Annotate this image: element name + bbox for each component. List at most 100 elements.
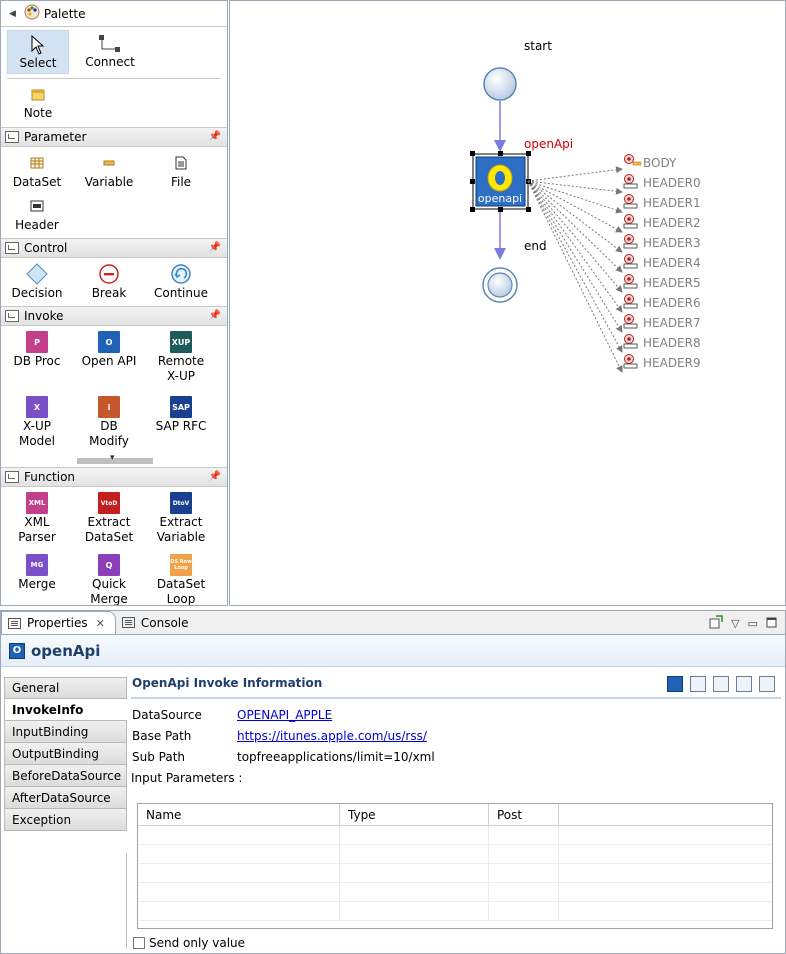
palette-item-header[interactable]: Header xyxy=(1,194,73,235)
palette-item-xml-parser[interactable]: XML XML Parser xyxy=(1,491,73,551)
tab-console[interactable]: Console xyxy=(116,611,199,634)
pin-icon[interactable]: 📌 xyxy=(209,310,221,321)
openapi-icon: O xyxy=(9,642,25,659)
output-port-icon[interactable] xyxy=(624,154,642,166)
side-tab-general[interactable]: General xyxy=(4,677,127,699)
pin-view-icon[interactable] xyxy=(709,615,723,632)
side-tab-invokeinfo[interactable]: InvokeInfo xyxy=(4,699,127,721)
basepath-link[interactable]: https://itunes.apple.com/us/rss/ xyxy=(237,729,427,743)
drawer-icon xyxy=(5,310,19,322)
table-row[interactable] xyxy=(138,883,772,902)
add-parameter-icon[interactable] xyxy=(713,676,729,692)
drawer-invoke-title: Invoke xyxy=(24,309,64,323)
palette-item-file[interactable]: File xyxy=(145,151,217,192)
pin-icon[interactable]: 📌 xyxy=(209,131,221,142)
start-node[interactable] xyxy=(483,67,517,101)
side-tab-afterdatasource[interactable]: AfterDataSource xyxy=(4,787,127,809)
flow-diagram: start openApi openapi end BODY HEADER0 HEA… xyxy=(470,39,701,373)
output-connector xyxy=(527,166,623,182)
properties-title-bar: O openApi xyxy=(1,635,785,667)
tab-properties[interactable]: Properties ✕ xyxy=(1,611,116,634)
flow-canvas[interactable]: start openApi openapi end BODY HEADER0 HEA… xyxy=(229,0,786,606)
pin-icon[interactable]: 📌 xyxy=(209,471,221,482)
palette-item-db-proc[interactable]: P DB Proc xyxy=(1,330,73,393)
palette-item-break[interactable]: Break xyxy=(73,262,145,303)
palette-item-continue[interactable]: Continue xyxy=(145,262,217,303)
output-port-icon[interactable] xyxy=(623,354,638,369)
drawer-control[interactable]: Control 📌 xyxy=(1,238,227,258)
output-port-icon[interactable] xyxy=(623,334,638,349)
side-tab-inputbinding[interactable]: InputBinding xyxy=(4,721,127,743)
output-port-icon[interactable] xyxy=(623,174,638,189)
close-icon[interactable]: ✕ xyxy=(96,617,105,630)
palette-item-decision[interactable]: Decision xyxy=(1,262,73,303)
datasource-link[interactable]: OPENAPI_APPLE xyxy=(237,708,332,722)
openapi-node[interactable]: openapi xyxy=(470,151,531,212)
db-proc-icon: P xyxy=(26,331,48,353)
output-port-icon[interactable] xyxy=(623,194,638,209)
output-label: HEADER2 xyxy=(643,216,701,230)
break-icon xyxy=(98,262,120,286)
table-row[interactable] xyxy=(138,826,772,845)
palette-item-db-modify[interactable]: i DB Modify xyxy=(73,395,145,458)
palette-item-extract-variable[interactable]: DtoV Extract Variable xyxy=(145,491,217,551)
table-row[interactable] xyxy=(138,864,772,883)
side-tab-beforedatasource[interactable]: BeforeDataSource xyxy=(4,765,127,787)
output-label: HEADER5 xyxy=(643,276,701,290)
output-port-icon[interactable] xyxy=(623,214,638,229)
minimize-icon[interactable]: ▭ xyxy=(748,617,758,630)
console-icon xyxy=(121,617,135,628)
palette-item-dataset-loop[interactable]: DS Row Loop DataSet Loop xyxy=(145,553,217,605)
drawer-parameter[interactable]: Parameter 📌 xyxy=(1,127,227,147)
refresh-parameters-icon[interactable] xyxy=(736,676,752,692)
column-header-post[interactable]: Post xyxy=(489,804,559,825)
send-only-value-row: Send only value xyxy=(133,936,245,950)
palette-item-merge[interactable]: MG Merge xyxy=(1,553,73,605)
palette-item-sap-rfc[interactable]: SAP SAP RFC xyxy=(145,395,217,458)
output-port-icon[interactable] xyxy=(623,234,638,249)
select-tool[interactable]: Select xyxy=(7,30,69,74)
maximize-icon[interactable] xyxy=(766,617,777,631)
properties-title: openApi xyxy=(31,641,101,660)
side-tab-exception[interactable]: Exception xyxy=(4,809,127,831)
test-run-icon[interactable] xyxy=(759,676,775,692)
table-row[interactable] xyxy=(138,902,772,921)
palette-item-xup-model[interactable]: X X-UP Model xyxy=(1,395,73,458)
section-toolbar xyxy=(667,676,775,692)
drawer-invoke[interactable]: Invoke 📌 xyxy=(1,306,227,326)
output-port-icon[interactable] xyxy=(623,274,638,289)
import-icon[interactable] xyxy=(690,676,706,692)
header-icon xyxy=(30,194,44,218)
output-port-icon[interactable] xyxy=(623,294,638,309)
table-row[interactable] xyxy=(138,845,772,864)
output-connector xyxy=(527,180,623,293)
palette-item-extract-dataset[interactable]: VtoD Extract DataSet xyxy=(73,491,145,551)
palette-item-quick-merge[interactable]: Q Quick Merge xyxy=(73,553,145,605)
side-tabs-filler xyxy=(4,853,127,948)
palette-item-label: DB Modify xyxy=(89,419,129,448)
collapse-arrow-icon[interactable]: ◀ xyxy=(9,9,16,19)
palette-item-variable[interactable]: Variable xyxy=(73,151,145,192)
drawer-function[interactable]: Function 📌 xyxy=(1,467,227,487)
palette-icon xyxy=(24,4,40,23)
palette-title: Palette xyxy=(43,6,86,21)
input-parameters-table[interactable]: Name Type Post xyxy=(137,803,773,929)
openapi-config-icon[interactable] xyxy=(667,676,683,692)
parameter-items: DataSet Variable File Header xyxy=(1,147,227,235)
view-menu-icon[interactable]: ▽ xyxy=(731,617,739,630)
send-only-value-checkbox[interactable] xyxy=(133,937,145,949)
output-port-icon[interactable] xyxy=(623,254,638,269)
drawer-scroll-down[interactable] xyxy=(77,453,153,464)
pin-icon[interactable]: 📌 xyxy=(209,242,221,253)
column-header-type[interactable]: Type xyxy=(340,804,489,825)
column-header-name[interactable]: Name xyxy=(138,804,340,825)
palette-item-remote-xup[interactable]: XUP Remote X-UP xyxy=(145,330,217,393)
connect-tool[interactable]: Connect xyxy=(79,30,141,74)
drawer-parameter-title: Parameter xyxy=(24,130,87,144)
control-items: Decision Break Continue xyxy=(1,258,227,303)
note-tool[interactable]: Note xyxy=(7,81,69,123)
palette-item-dataset[interactable]: DataSet xyxy=(1,151,73,192)
side-tab-outputbinding[interactable]: OutputBinding xyxy=(4,743,127,765)
output-port-icon[interactable] xyxy=(623,314,638,329)
palette-item-open-api[interactable]: O Open API xyxy=(73,330,145,393)
